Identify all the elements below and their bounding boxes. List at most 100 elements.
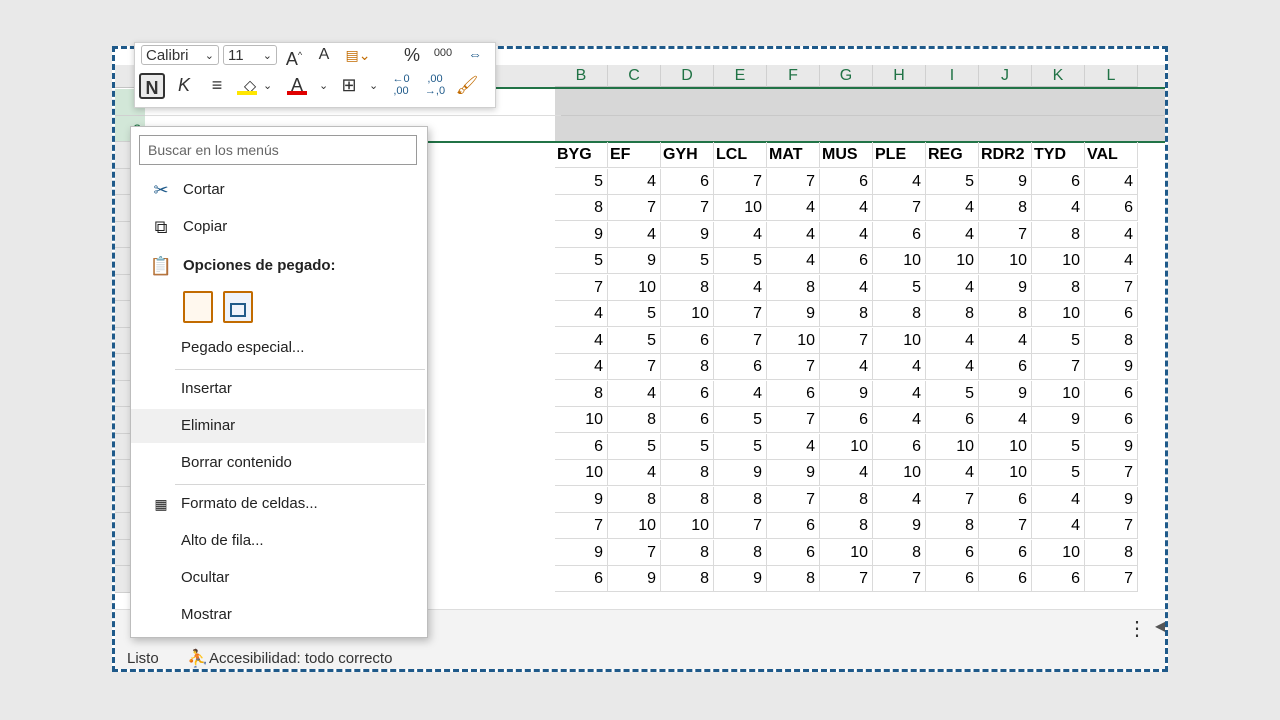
grade-cell[interactable]: 9 [608,566,661,592]
grade-cell[interactable]: 8 [767,274,820,301]
grade-cell[interactable]: 4 [608,460,661,486]
grade-cell[interactable]: 4 [555,327,608,354]
chevron-down-icon[interactable]: ⌄ [263,79,272,92]
grade-cell[interactable]: 9 [661,221,714,248]
subject-header-cell[interactable]: MAT [767,142,820,168]
grade-cell[interactable]: 4 [1032,513,1085,539]
grade-cell[interactable]: 6 [1085,407,1138,433]
grade-cell[interactable]: 7 [1085,566,1138,592]
subject-header-cell[interactable]: TYD [1032,142,1085,168]
grade-cell[interactable]: 4 [714,380,767,407]
grade-cell[interactable]: 9 [714,460,767,486]
format-cells-menu-item[interactable]: ▦ Formato de celdas... [131,487,425,521]
grade-cell[interactable]: 7 [979,221,1032,248]
paste-special-menu-item[interactable]: Pegado especial... [131,331,425,365]
grade-cell[interactable]: 4 [979,327,1032,354]
subject-header-cell[interactable]: BYG [555,142,608,168]
grade-cell[interactable]: 10 [820,539,873,566]
column-header[interactable]: K [1032,65,1085,87]
grade-cell[interactable]: 9 [1032,407,1085,433]
grade-cell[interactable]: 8 [661,539,714,566]
grade-cell[interactable]: 4 [926,274,979,301]
grade-cell[interactable]: 4 [1032,486,1085,513]
grade-cell[interactable]: 6 [979,539,1032,566]
grade-cell[interactable]: 6 [979,566,1032,592]
grade-cell[interactable]: 9 [1085,486,1138,513]
grade-cell[interactable]: 5 [608,301,661,327]
grade-cell[interactable]: 10 [661,301,714,327]
hide-menu-item[interactable]: Ocultar [131,561,425,595]
clear-contents-menu-item[interactable]: Borrar contenido [131,446,425,480]
grade-cell[interactable]: 10 [926,248,979,274]
grade-cell[interactable]: 4 [608,380,661,407]
grade-cell[interactable]: 4 [820,354,873,380]
subject-header-cell[interactable]: LCL [714,142,767,168]
borders-icon[interactable]: ⊞ [337,71,361,99]
grade-cell[interactable]: 5 [661,248,714,274]
grade-cell[interactable]: 7 [714,301,767,327]
grade-cell[interactable]: 10 [926,433,979,460]
column-header[interactable]: F [767,65,820,87]
grade-cell[interactable]: 10 [1032,380,1085,407]
grade-cell[interactable]: 5 [873,274,926,301]
decrease-font-icon[interactable]: A [313,41,335,69]
paste-clipboard-icon[interactable] [183,291,213,323]
grade-cell[interactable]: 4 [820,221,873,248]
grade-cell[interactable]: 8 [926,513,979,539]
increase-decimal-icon[interactable]: ,00 →,0 [421,73,449,101]
merge-cells-icon[interactable]: ⇔ [463,40,487,68]
grade-cell[interactable]: 7 [873,195,926,221]
grade-cell[interactable]: 7 [820,327,873,354]
bold-button[interactable]: N [139,73,165,99]
cut-menu-item[interactable]: ✂ Cortar [131,173,425,207]
grade-cell[interactable]: 8 [979,195,1032,221]
grade-cell[interactable]: 4 [608,221,661,248]
grade-cell[interactable]: 4 [1032,195,1085,221]
grade-cell[interactable]: 10 [873,327,926,354]
grade-cell[interactable]: 10 [1032,248,1085,274]
grade-cell[interactable]: 4 [714,221,767,248]
grade-cell[interactable]: 10 [608,513,661,539]
grade-cell[interactable]: 8 [767,566,820,592]
grade-cell[interactable]: 6 [714,354,767,380]
grade-cell[interactable]: 4 [555,301,608,327]
grade-cell[interactable]: 4 [820,274,873,301]
grade-cell[interactable]: 7 [1085,460,1138,486]
grade-cell[interactable]: 4 [926,195,979,221]
grade-cell[interactable]: 9 [979,168,1032,195]
chevron-down-icon[interactable]: ⌄ [369,79,378,92]
fill-color-icon[interactable]: ◇ [235,71,265,99]
grade-cell[interactable]: 10 [661,513,714,539]
grade-cell[interactable]: 7 [608,539,661,566]
grade-cell[interactable]: 9 [1085,433,1138,460]
grade-cell[interactable]: 9 [1085,354,1138,380]
grade-cell[interactable]: 6 [555,566,608,592]
grade-cell[interactable]: 6 [979,354,1032,380]
grade-cell[interactable]: 4 [608,168,661,195]
grade-cell[interactable]: 7 [1032,354,1085,380]
paste-picture-icon[interactable] [223,291,253,323]
grade-cell[interactable]: 4 [926,460,979,486]
grade-cell[interactable]: 9 [608,248,661,274]
subject-header-cell[interactable]: VAL [1085,142,1138,168]
grade-cell[interactable]: 6 [661,380,714,407]
grade-cell[interactable]: 7 [714,513,767,539]
grade-cell[interactable]: 6 [767,380,820,407]
grade-cell[interactable]: 7 [767,407,820,433]
grade-cell[interactable]: 7 [608,354,661,380]
grade-cell[interactable]: 4 [926,327,979,354]
grade-cell[interactable]: 7 [661,195,714,221]
align-center-icon[interactable]: ≡ [205,71,229,99]
grade-cell[interactable]: 8 [1085,539,1138,566]
thousands-separator-icon[interactable]: 000 [429,39,457,67]
grade-cell[interactable]: 8 [714,539,767,566]
grade-cell[interactable]: 6 [661,407,714,433]
column-header[interactable]: C [608,65,661,87]
grade-cell[interactable]: 8 [608,407,661,433]
column-header[interactable]: E [714,65,767,87]
grade-cell[interactable]: 7 [714,168,767,195]
italic-button[interactable]: K [173,71,195,99]
grade-cell[interactable]: 9 [555,539,608,566]
grade-cell[interactable]: 4 [873,168,926,195]
subject-header-cell[interactable]: PLE [873,142,926,168]
